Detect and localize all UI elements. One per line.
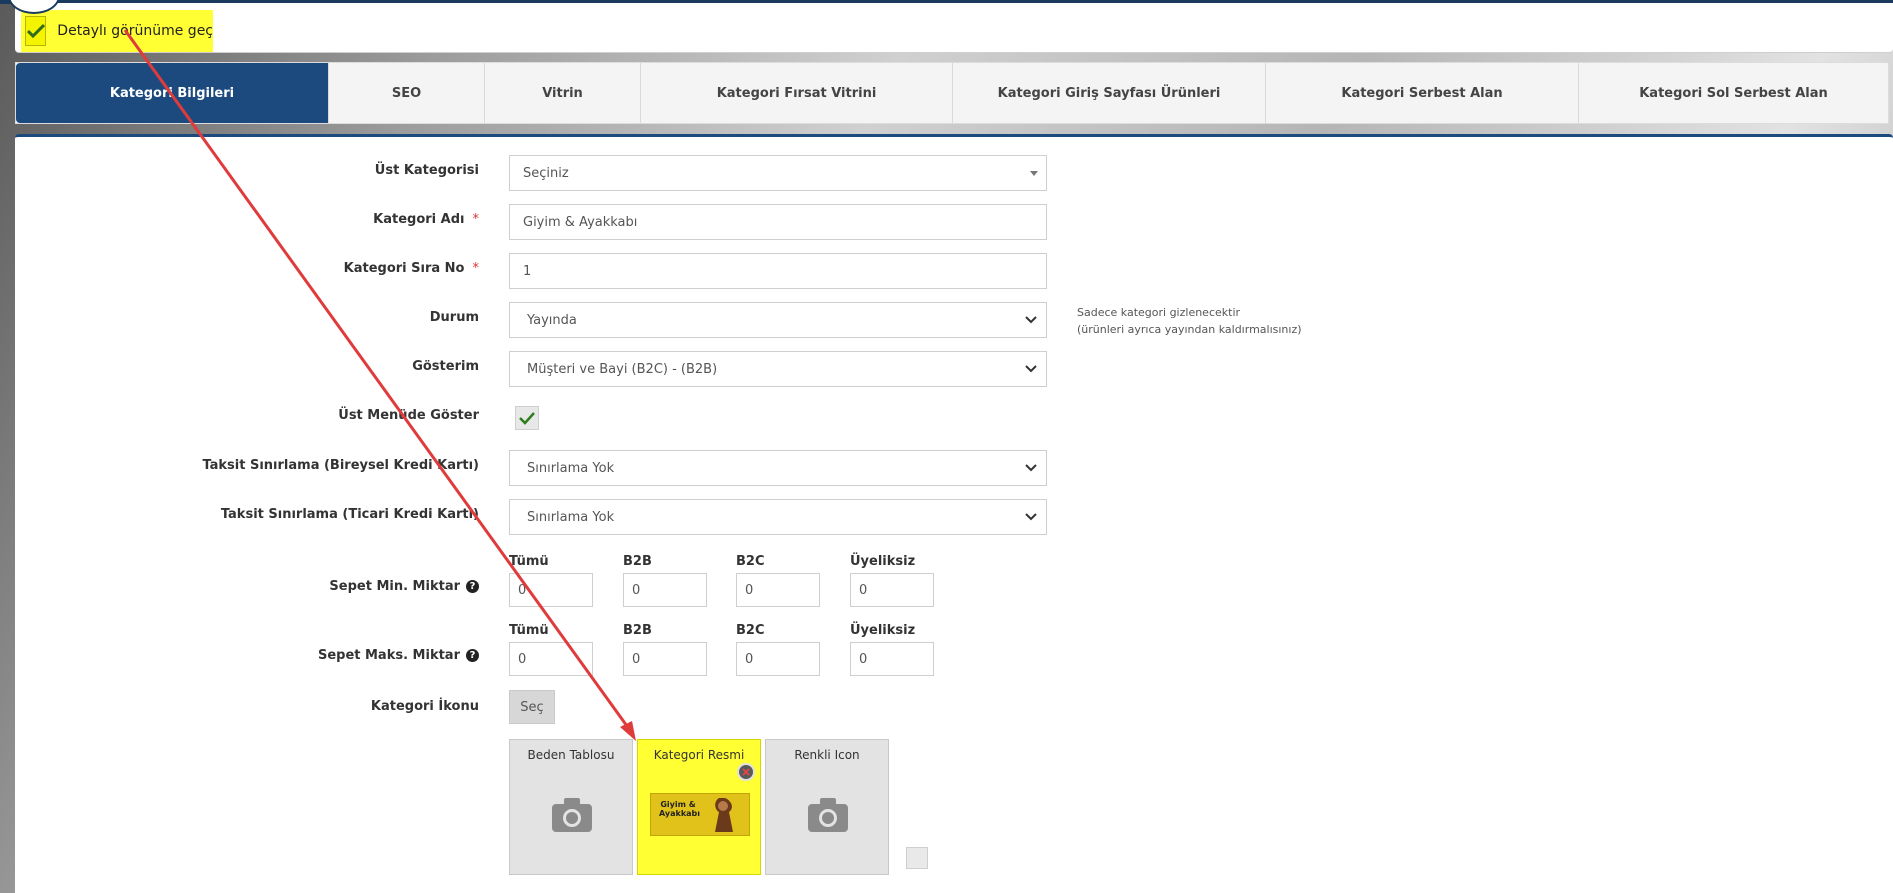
basket-max-col-all: Tümü [509, 623, 549, 638]
basket-max-guest-input[interactable]: 0 [850, 642, 934, 676]
image-card-title: Renkli Icon [794, 748, 860, 762]
display-select[interactable]: Müşteri ve Bayi (B2C) - (B2B) [509, 351, 1047, 387]
basket-min-all-input[interactable]: 0 [509, 573, 593, 607]
chevron-down-icon [1025, 316, 1037, 324]
basket-min-guest-input[interactable]: 0 [850, 573, 934, 607]
tab-category-landing-products[interactable]: Kategori Giriş Sayfası Ürünleri [953, 63, 1266, 123]
tab-category-free-area[interactable]: Kategori Serbest Alan [1266, 63, 1579, 123]
image-card-colored-icon[interactable]: Renkli Icon [765, 739, 889, 875]
tab-showcase[interactable]: Vitrin [485, 63, 641, 123]
row-top-menu: Üst Menüde Göster [15, 400, 1415, 436]
installment-individual-value: Sınırlama Yok [527, 460, 615, 476]
image-card-title: Kategori Resmi [653, 748, 745, 762]
basket-max-all-input[interactable]: 0 [509, 642, 593, 676]
help-icon[interactable]: ? [466, 580, 479, 593]
parent-category-value: Seçiniz [523, 165, 569, 181]
check-icon[interactable] [25, 16, 47, 46]
category-name-label: Kategori Adı * [373, 212, 479, 227]
row-parent-category: Üst Kategorisi Seçiniz [15, 155, 1415, 191]
detail-view-toggle[interactable]: Detaylı görünüme geç [21, 10, 213, 52]
tab-category-opportunity-showcase[interactable]: Kategori Fırsat Vitrini [641, 63, 953, 123]
category-name-input[interactable]: Giyim & Ayakkabı [509, 204, 1047, 240]
row-installment-commercial: Taksit Sınırlama (Ticari Kredi Kartı) Sı… [15, 499, 1415, 535]
parent-category-select[interactable]: Seçiniz [509, 155, 1047, 191]
form-panel: Üst Kategorisi Seçiniz Kategori Adı * Giy… [15, 134, 1893, 893]
row-sort-no: Kategori Sıra No * 1 [15, 253, 1415, 289]
image-card-size-table[interactable]: Beden Tablosu [509, 739, 633, 875]
basket-max-col-b2b: B2B [623, 623, 652, 638]
basket-min-label: Sepet Min. Miktar? [79, 579, 479, 594]
image-checkbox[interactable] [906, 847, 928, 869]
help-icon[interactable]: ? [466, 649, 479, 662]
category-name-value: Giyim & Ayakkabı [523, 214, 638, 230]
basket-min-col-guest: Üyeliksiz [850, 554, 916, 569]
status-value: Yayında [527, 312, 577, 328]
tab-category-info[interactable]: Kategori Bilgileri [16, 63, 329, 123]
basket-max-b2c-input[interactable]: 0 [736, 642, 820, 676]
top-menu-checkbox[interactable] [515, 406, 539, 430]
installment-individual-select[interactable]: Sınırlama Yok [509, 450, 1047, 486]
image-card-category-image[interactable]: Kategori Resmi × Giyim & Ayakkabı [637, 739, 761, 875]
image-card-title: Beden Tablosu [527, 748, 615, 762]
detail-view-label: Detaylı görünüme geç [57, 23, 213, 39]
basket-max-col-guest: Üyeliksiz [850, 623, 916, 638]
display-label: Gösterim [412, 359, 479, 374]
display-value: Müşteri ve Bayi (B2C) - (B2B) [527, 361, 718, 377]
installment-commercial-select[interactable]: Sınırlama Yok [509, 499, 1047, 535]
tab-category-left-free-area[interactable]: Kategori Sol Serbest Alan [1579, 63, 1888, 123]
row-category-name: Kategori Adı * Giyim & Ayakkabı [15, 204, 1415, 240]
row-display: Gösterim Müşteri ve Bayi (B2C) - (B2B) [15, 351, 1415, 387]
caret-down-icon [1030, 171, 1038, 176]
remove-image-icon[interactable]: × [737, 763, 755, 781]
sort-no-value: 1 [523, 263, 532, 279]
check-icon [519, 412, 535, 425]
thumbnail-text: Giyim & Ayakkabı [659, 800, 701, 818]
basket-min-b2b-input[interactable]: 0 [623, 573, 707, 607]
basket-max-b2b-input[interactable]: 0 [623, 642, 707, 676]
row-status: Durum Yayında Sadece kategori gizlenecek… [15, 302, 1415, 338]
chevron-down-icon [1025, 365, 1037, 373]
sort-no-label: Kategori Sıra No * [343, 261, 479, 276]
tab-bar: Kategori Bilgileri SEO Vitrin Kategori F… [15, 62, 1889, 124]
chevron-down-icon [1025, 513, 1037, 521]
select-icon-button[interactable]: Seç [509, 690, 555, 724]
top-panel [15, 3, 1893, 53]
camera-icon [808, 798, 848, 832]
basket-min-b2c-input[interactable]: 0 [736, 573, 820, 607]
installment-commercial-label: Taksit Sınırlama (Ticari Kredi Kartı) [220, 507, 479, 522]
category-icon-label: Kategori İkonu [370, 699, 479, 714]
installment-commercial-value: Sınırlama Yok [527, 509, 615, 525]
chevron-down-icon [1025, 464, 1037, 472]
parent-category-label: Üst Kategorisi [374, 163, 479, 178]
basket-min-col-b2b: B2B [623, 554, 652, 569]
installment-individual-label: Taksit Sınırlama (Bireysel Kredi Kartı) [202, 458, 479, 473]
row-installment-individual: Taksit Sınırlama (Bireysel Kredi Kartı) … [15, 450, 1415, 486]
sort-no-input[interactable]: 1 [509, 253, 1047, 289]
camera-icon [552, 798, 592, 832]
category-image-thumbnail: Giyim & Ayakkabı [650, 793, 750, 836]
top-menu-label: Üst Menüde Göster [338, 408, 479, 423]
status-select[interactable]: Yayında [509, 302, 1047, 338]
basket-min-col-b2c: B2C [736, 554, 765, 569]
status-label: Durum [429, 310, 479, 325]
tab-seo[interactable]: SEO [329, 63, 485, 123]
basket-max-label: Sepet Maks. Miktar? [79, 648, 479, 663]
basket-min-col-all: Tümü [509, 554, 549, 569]
status-hint: Sadece kategori gizlenecektir (ürünleri … [1077, 306, 1302, 336]
figure-illustration [715, 798, 733, 832]
basket-max-col-b2c: B2C [736, 623, 765, 638]
